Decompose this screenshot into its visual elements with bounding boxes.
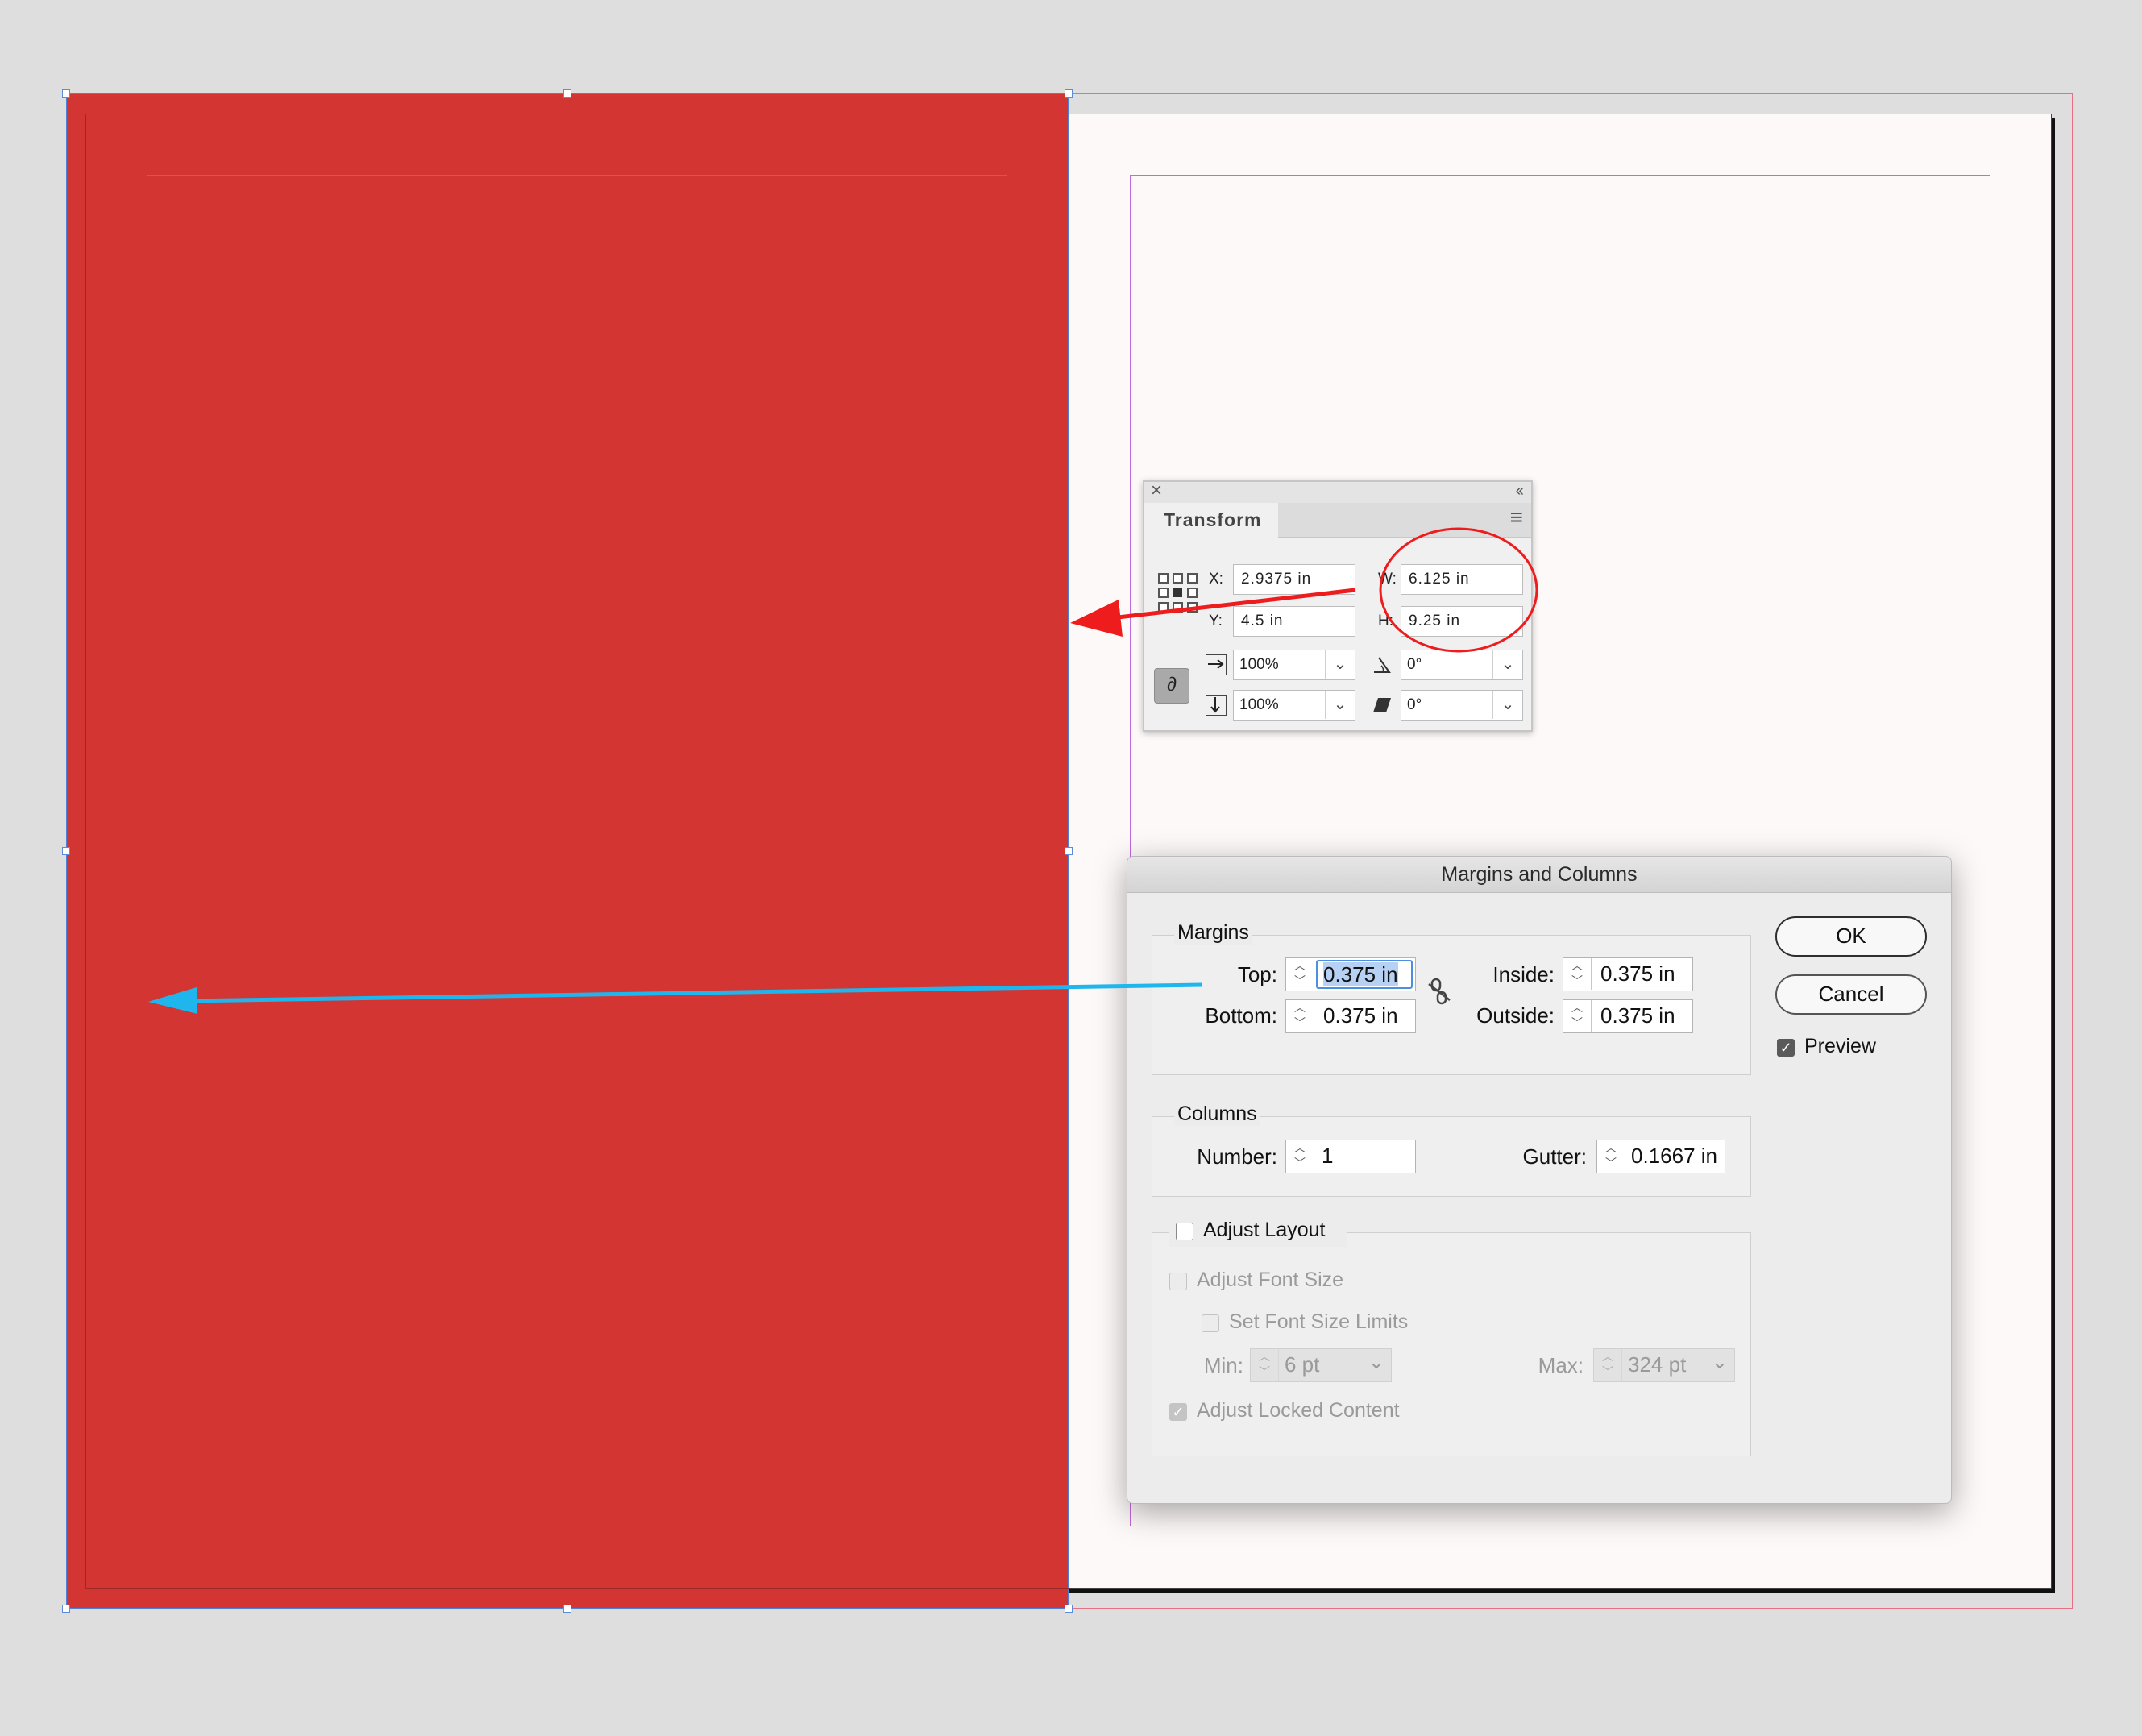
annotation-overlay [148,527,1538,1014]
blue-arrow-annotation [185,982,1203,1003]
red-circle-annotation [1379,527,1538,653]
blue-arrowhead [148,987,197,1014]
red-arrow-annotation [1103,588,1356,621]
red-arrowhead [1070,600,1123,637]
